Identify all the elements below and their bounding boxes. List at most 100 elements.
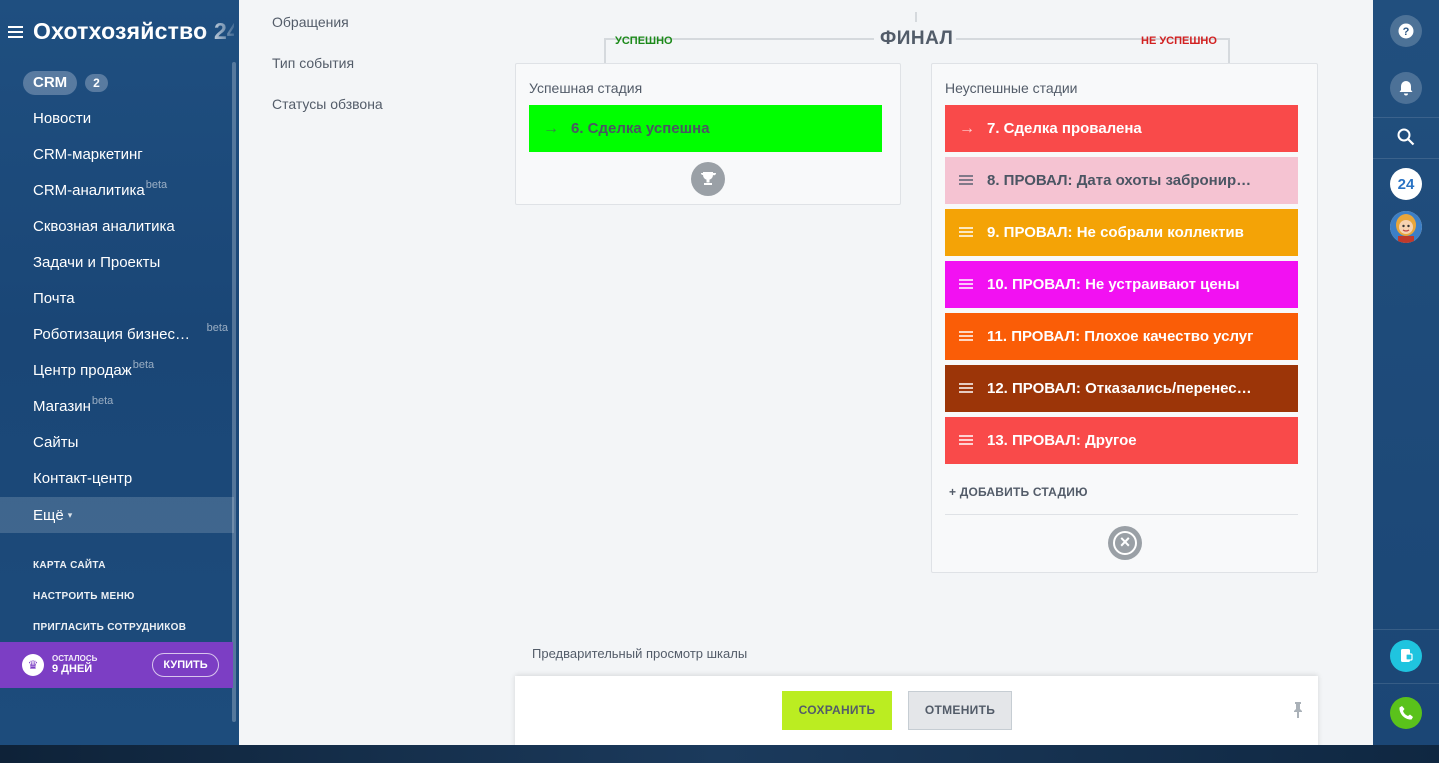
sidebar-item-crm-analytics[interactable]: CRM-аналитикаbeta <box>0 173 234 209</box>
cancel-button[interactable]: ОТМЕНИТЬ <box>908 691 1012 730</box>
stage-name[interactable]: 9. ПРОВАЛ: Не собрали коллектив <box>987 224 1244 241</box>
action-bar: СОХРАНИТЬ ОТМЕНИТЬ <box>515 676 1318 745</box>
beta-badge: beta <box>206 322 228 334</box>
stage-item[interactable]: → 6. Сделка успешна <box>529 105 882 152</box>
sidebar-item-mail[interactable]: Почта <box>0 281 234 317</box>
stage-name[interactable]: 13. ПРОВАЛ: Другое <box>987 432 1137 449</box>
buy-button[interactable]: КУПИТЬ <box>152 653 219 677</box>
chat-icon[interactable] <box>1390 640 1422 672</box>
final-connector: ФИНАЛ <box>604 12 1230 64</box>
sidebar-item-label: Почта <box>33 290 75 307</box>
sidebar-item-label: Задачи и Проекты <box>33 254 161 271</box>
bitrix24-icon[interactable]: 24 <box>1390 168 1422 200</box>
phone-icon[interactable] <box>1390 697 1422 729</box>
drag-handle-icon[interactable] <box>959 383 975 394</box>
sidebar-item-tasks-projects[interactable]: Задачи и Проекты <box>0 245 234 281</box>
drag-handle-icon[interactable] <box>959 279 975 290</box>
sidebar-item-label: Ещё <box>33 507 64 524</box>
fail-stage-panel: Неуспешные стадии → 7. Сделка провалена 8.… <box>931 63 1318 573</box>
final-title: ФИНАЛ <box>880 28 954 49</box>
sidebar-item-label: Сайты <box>33 434 79 451</box>
success-panel-title: Успешная стадия <box>529 80 643 96</box>
menu-icon[interactable] <box>8 25 23 38</box>
add-stage-button[interactable]: + ДОБАВИТЬ СТАДИЮ <box>949 485 1088 499</box>
bell-icon[interactable] <box>1390 72 1422 104</box>
sidebar-item-end-to-end-analytics[interactable]: Сквозная аналитика <box>0 209 234 245</box>
crm-tab[interactable]: CRM <box>23 71 78 95</box>
stage-name[interactable]: 8. ПРОВАЛ: Дата охоты забронир… <box>987 172 1251 189</box>
avatar[interactable] <box>1390 211 1422 243</box>
portal-title[interactable]: Охотхозяйство 24 <box>33 18 234 45</box>
success-label: УСПЕШНО <box>615 35 673 47</box>
sidebar-item-label: Сквозная аналитика <box>33 218 175 235</box>
trial-days-left: 9 ДНЕЙ <box>52 663 93 676</box>
logo-row: Охотхозяйство 24 <box>8 18 234 45</box>
stage-item[interactable]: 12. ПРОВАЛ: Отказались/перенес… <box>945 365 1298 412</box>
left-sidebar: Охотхозяйство 24 CRM 2 Новости CRM-маркет… <box>0 0 239 745</box>
desktop-background-strip <box>0 745 1439 763</box>
sitemap-link[interactable]: КАРТА САЙТА <box>33 560 106 571</box>
stage-item[interactable]: 11. ПРОВАЛ: Плохое качество услуг <box>945 313 1298 360</box>
fail-label: НЕ УСПЕШНО <box>1141 35 1217 47</box>
stage-item[interactable]: → 7. Сделка провалена <box>945 105 1298 152</box>
sidebar-item-label: CRM-аналитика <box>33 182 145 199</box>
stage-name[interactable]: 7. Сделка провалена <box>987 120 1142 137</box>
sidebar-item-sites[interactable]: Сайты <box>0 425 234 461</box>
stage-item[interactable]: 9. ПРОВАЛ: Не собрали коллектив <box>945 209 1298 256</box>
stage-name[interactable]: 10. ПРОВАЛ: Не устраивают цены <box>987 276 1240 293</box>
sidebar-item-label: Центр продаж <box>33 362 132 379</box>
pin-icon[interactable] <box>1293 702 1303 718</box>
settings-subnav: Обращения Тип события Статусы обзвона <box>272 0 383 123</box>
beta-badge: beta <box>91 395 114 407</box>
svg-text:?: ? <box>1403 26 1410 38</box>
success-stage-panel: Успешная стадия → 6. Сделка успешна <box>515 63 901 205</box>
save-button[interactable]: СОХРАНИТЬ <box>782 691 892 730</box>
sidebar-item-sales-center[interactable]: Центр продажbeta <box>0 353 234 389</box>
arrow-right-icon: → <box>543 119 559 137</box>
invite-users-link[interactable]: ПРИГЛАСИТЬ СОТРУДНИКОВ <box>33 622 186 633</box>
drag-handle-icon[interactable] <box>959 331 975 342</box>
fail-panel-title: Неуспешные стадии <box>945 80 1078 96</box>
stage-item[interactable]: 8. ПРОВАЛ: Дата охоты забронир… <box>945 157 1298 204</box>
drag-handle-icon[interactable] <box>959 435 975 446</box>
stage-name[interactable]: 11. ПРОВАЛ: Плохое качество услуг <box>987 328 1253 345</box>
divider <box>945 514 1298 515</box>
chevron-down-icon: ▾ <box>67 510 73 520</box>
sidebar-item-label: Роботизация бизнес… <box>33 326 190 343</box>
close-circle-icon: × <box>1108 526 1142 560</box>
crm-section: CRM 2 <box>23 71 108 95</box>
search-icon[interactable] <box>1390 121 1422 153</box>
crm-counter-badge: 2 <box>85 74 108 92</box>
stage-name[interactable]: 6. Сделка успешна <box>571 120 710 137</box>
sidebar-item-shop[interactable]: Магазинbeta <box>0 389 234 425</box>
stage-name[interactable]: 12. ПРОВАЛ: Отказались/перенес… <box>987 380 1252 397</box>
drag-handle-icon[interactable] <box>959 175 975 186</box>
subnav-item-requests[interactable]: Обращения <box>272 0 383 41</box>
sidebar-item-label: Магазин <box>33 398 91 415</box>
main-menu: Новости CRM-маркетинг CRM-аналитикаbeta Скв… <box>0 101 234 533</box>
right-sidebar: ? 24 <box>1373 0 1439 745</box>
stage-item[interactable]: 10. ПРОВАЛ: Не устраивают цены <box>945 261 1298 308</box>
scale-preview-label: Предварительный просмотр шкалы <box>532 646 748 661</box>
sidebar-item-crm-marketing[interactable]: CRM-маркетинг <box>0 137 234 173</box>
subnav-item-event-type[interactable]: Тип события <box>272 41 383 82</box>
drag-handle-icon[interactable] <box>959 227 975 238</box>
sidebar-item-news[interactable]: Новости <box>0 101 234 137</box>
subnav-item-call-statuses[interactable]: Статусы обзвона <box>272 82 383 123</box>
crown-icon: ♛ <box>22 654 44 676</box>
sidebar-item-label: Контакт-центр <box>33 470 133 487</box>
beta-badge: beta <box>145 179 168 191</box>
sidebar-item-contact-center[interactable]: Контакт-центр <box>0 461 234 497</box>
sidebar-item-label: CRM-маркетинг <box>33 146 143 163</box>
arrow-right-icon: → <box>959 119 975 137</box>
sidebar-item-business-automation[interactable]: Роботизация бизнес… beta <box>0 317 234 353</box>
help-icon[interactable]: ? <box>1390 15 1422 47</box>
trial-banner: ♛ ОСТАЛОСЬ 9 ДНЕЙ КУПИТЬ <box>0 642 233 688</box>
configure-menu-link[interactable]: НАСТРОИТЬ МЕНЮ <box>33 591 135 602</box>
sidebar-item-label: Новости <box>33 110 92 127</box>
trophy-icon <box>691 162 725 196</box>
beta-badge: beta <box>132 359 155 371</box>
main-content: Обращения Тип события Статусы обзвона ФИ… <box>239 0 1373 745</box>
stage-item[interactable]: 13. ПРОВАЛ: Другое <box>945 417 1298 464</box>
sidebar-item-more[interactable]: Ещё ▾ <box>0 497 234 533</box>
